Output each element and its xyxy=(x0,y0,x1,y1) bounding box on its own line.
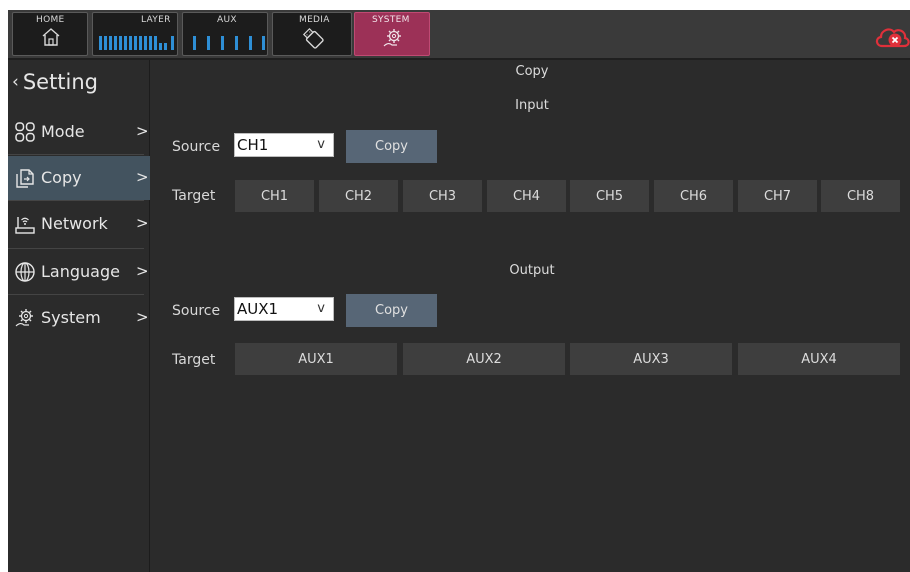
input-target-ch4[interactable]: CH4 xyxy=(487,180,566,212)
input-copy-button[interactable]: Copy xyxy=(346,130,437,163)
usb-drive-icon xyxy=(302,27,324,49)
sidebar-item-label: System xyxy=(41,308,101,327)
sidebar-item-mode[interactable]: Mode > xyxy=(8,110,150,154)
sidebar-item-label: Network xyxy=(41,214,108,233)
output-source-dropdown[interactable]: AUX1 v xyxy=(234,297,334,321)
tab-system-label: SYSTEM xyxy=(372,15,410,25)
tab-system[interactable]: SYSTEM xyxy=(354,12,430,56)
output-source-label: Source xyxy=(172,303,221,319)
chevron-right-icon: > xyxy=(136,262,149,280)
sidebar-item-copy[interactable]: Copy > xyxy=(8,156,150,200)
cloud-disconnected-icon[interactable] xyxy=(874,22,910,50)
sidebar-item-system[interactable]: System > xyxy=(8,296,150,340)
input-section-heading: Input xyxy=(515,98,549,113)
output-target-aux4[interactable]: AUX4 xyxy=(738,343,900,375)
settings-sidebar: ‹ Setting Mode > Copy > Network > Langua… xyxy=(8,60,150,572)
input-target-ch6[interactable]: CH6 xyxy=(654,180,733,212)
sidebar-item-network[interactable]: Network > xyxy=(8,202,150,246)
globe-icon xyxy=(15,262,35,282)
input-target-ch8[interactable]: CH8 xyxy=(821,180,900,212)
tab-media[interactable]: MEDIA xyxy=(272,12,352,56)
sidebar-item-language[interactable]: Language > xyxy=(8,250,150,294)
mode-grid-icon xyxy=(15,122,35,142)
tab-home[interactable]: HOME xyxy=(12,12,88,56)
output-section-heading: Output xyxy=(509,263,555,278)
tab-aux-label: AUX xyxy=(217,15,237,25)
dropdown-arrow-icon: v xyxy=(317,137,325,152)
back-button[interactable]: ‹ Setting xyxy=(12,67,98,97)
tab-layer-label: LAYER xyxy=(141,15,171,25)
output-target-aux1[interactable]: AUX1 xyxy=(235,343,397,375)
sidebar-item-label: Language xyxy=(41,262,120,281)
sidebar-item-label: Mode xyxy=(41,122,85,141)
tab-aux[interactable]: AUX xyxy=(182,12,268,56)
chevron-right-icon: > xyxy=(136,214,149,232)
chevron-right-icon: > xyxy=(136,308,149,326)
input-target-ch2[interactable]: CH2 xyxy=(319,180,398,212)
output-target-aux2[interactable]: AUX2 xyxy=(403,343,565,375)
input-target-ch7[interactable]: CH7 xyxy=(738,180,817,212)
output-target-aux3[interactable]: AUX3 xyxy=(570,343,732,375)
chevron-right-icon: > xyxy=(136,168,149,186)
tab-home-label: HOME xyxy=(36,15,65,25)
divider xyxy=(8,154,144,155)
divider xyxy=(8,200,144,201)
tab-media-label: MEDIA xyxy=(299,15,330,25)
dropdown-value: CH1 xyxy=(237,136,269,154)
gear-hand-icon xyxy=(383,29,401,47)
home-icon xyxy=(42,28,60,46)
top-navigation-bar: HOME LAYER AUX MEDIA SYSTEM xyxy=(8,10,910,60)
output-target-label: Target xyxy=(172,352,216,368)
chevron-right-icon: > xyxy=(136,122,149,140)
input-source-dropdown[interactable]: CH1 v xyxy=(234,133,334,157)
dropdown-value: AUX1 xyxy=(237,300,279,318)
output-copy-button[interactable]: Copy xyxy=(346,294,437,327)
input-target-ch5[interactable]: CH5 xyxy=(570,180,649,212)
input-source-label: Source xyxy=(172,139,221,155)
input-target-label: Target xyxy=(172,188,216,204)
dropdown-arrow-icon: v xyxy=(317,301,325,316)
sidebar-item-label: Copy xyxy=(41,168,82,187)
input-target-ch3[interactable]: CH3 xyxy=(403,180,482,212)
app-window: HOME LAYER AUX MEDIA SYSTEM ‹ Setting Mo… xyxy=(8,10,910,572)
input-target-ch1[interactable]: CH1 xyxy=(235,180,314,212)
tab-layer[interactable]: LAYER xyxy=(92,12,178,56)
divider xyxy=(8,294,144,295)
chevron-left-icon: ‹ xyxy=(12,72,19,92)
page-title: Setting xyxy=(22,70,99,94)
router-icon xyxy=(15,217,35,234)
copy-document-icon xyxy=(16,169,34,188)
content-title: Copy xyxy=(515,64,549,79)
gear-hand-icon xyxy=(15,309,33,327)
divider xyxy=(8,248,144,249)
